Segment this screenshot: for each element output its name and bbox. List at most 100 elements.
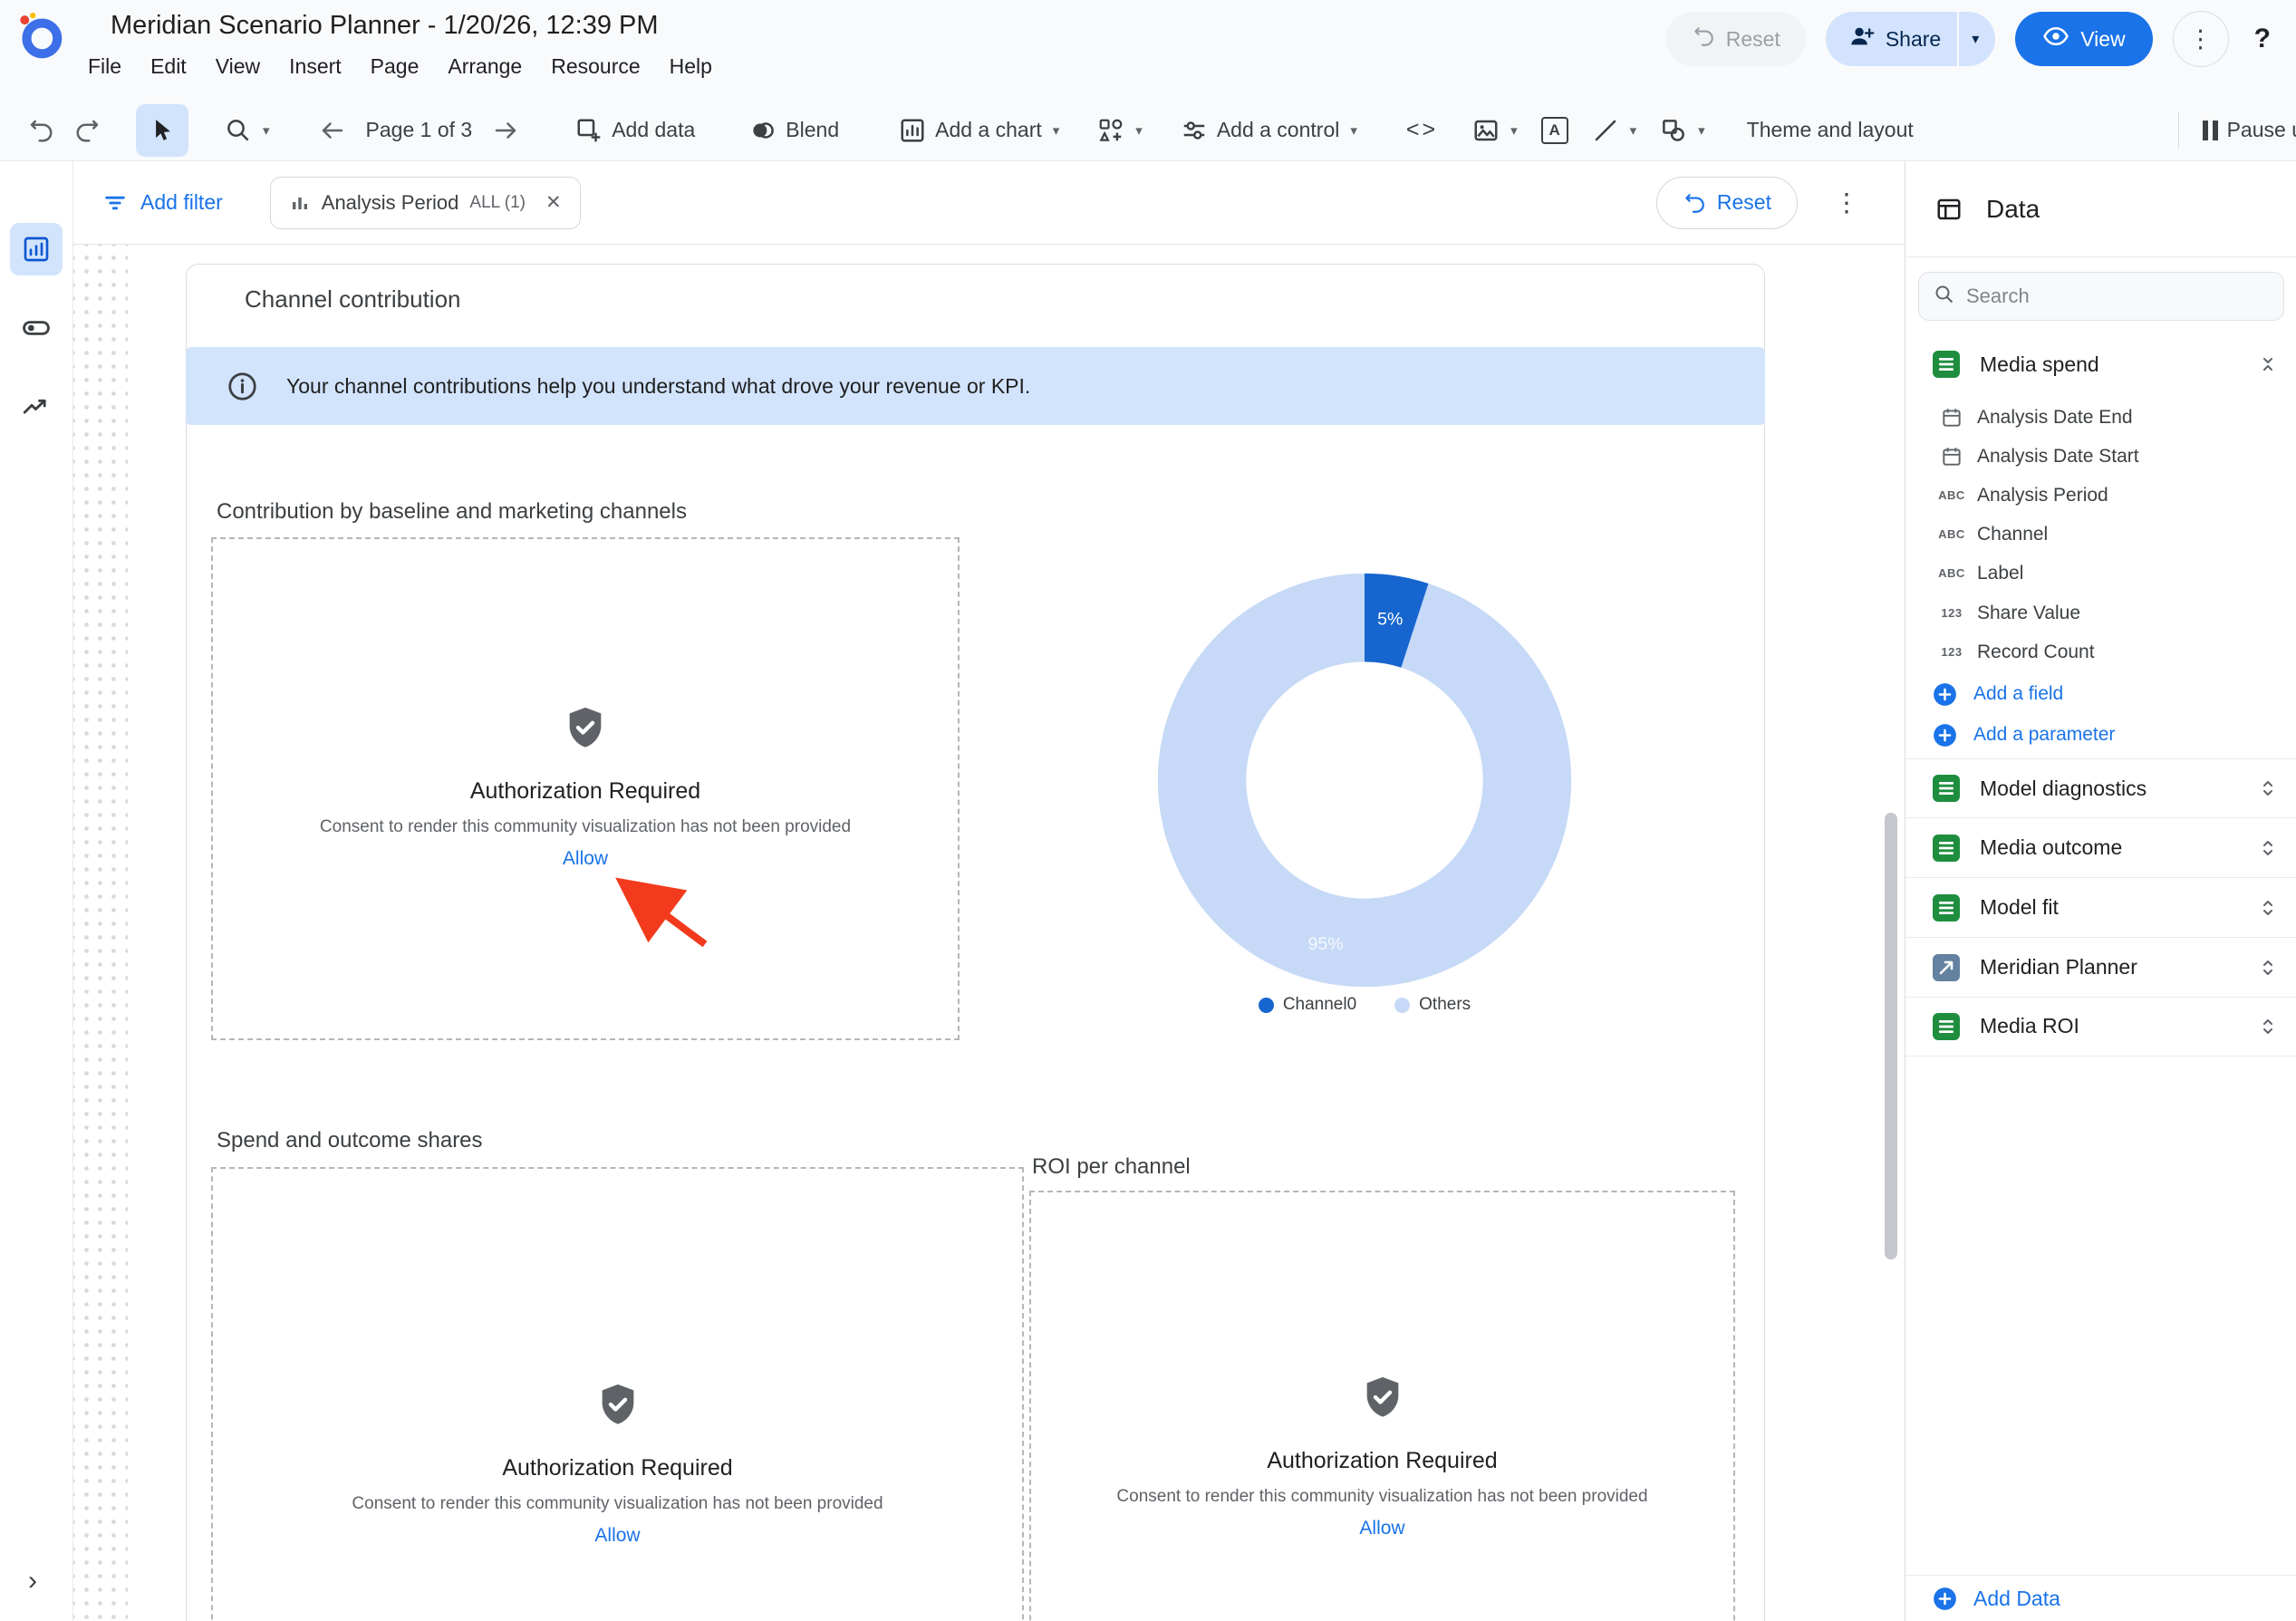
previous-page-button[interactable] (319, 117, 346, 144)
chevron-down-icon: ▾ (263, 122, 270, 139)
theme-layout-button[interactable]: Theme and layout (1747, 118, 1914, 142)
reset-button[interactable]: Reset (1666, 12, 1806, 66)
add-filter-button[interactable]: Add filter (102, 190, 223, 216)
page-indicator[interactable]: Page 1 of 3 (366, 118, 473, 142)
plus-circle-icon (1933, 723, 1957, 748)
blend-button[interactable]: Blend (749, 117, 839, 144)
menubar: File Edit View Insert Page Arrange Resou… (73, 49, 727, 84)
data-source-model-diagnostics[interactable]: Model diagnostics (1905, 758, 2296, 818)
unfold-more-icon[interactable] (2257, 897, 2279, 919)
community-visualizations-button[interactable]: ▾ (1097, 117, 1143, 144)
share-button[interactable]: Share (1826, 12, 1957, 66)
auth-title: Authorization Required (1267, 1448, 1497, 1474)
data-search-box[interactable] (1918, 272, 2284, 321)
field-label-field[interactable]: ABC Label (1905, 554, 2296, 593)
menu-arrange[interactable]: Arrange (433, 49, 536, 84)
field-analysis-period[interactable]: ABC Analysis Period (1905, 476, 2296, 515)
menu-view[interactable]: View (201, 49, 275, 84)
data-source-label: Meridian Planner (1980, 955, 2137, 979)
unfold-more-icon[interactable] (2257, 837, 2279, 859)
redo-button[interactable] (74, 117, 101, 144)
roi-chart-placeholder[interactable]: Authorization Required Consent to render… (1029, 1191, 1735, 1621)
donut-chart[interactable]: 5% 95% (1153, 568, 1577, 992)
data-source-icon (1933, 1013, 1960, 1040)
contribution-chart-placeholder[interactable]: Authorization Required Consent to render… (211, 537, 960, 1040)
field-analysis-date-end[interactable]: Analysis Date End (1905, 398, 2296, 437)
zoom-tool-button[interactable]: ▾ (225, 117, 270, 144)
report-canvas: Channel contribution Your channel contri… (73, 245, 1905, 1621)
chevron-down-icon: ▾ (1350, 122, 1357, 139)
data-source-model-fit[interactable]: Model fit (1905, 878, 2296, 938)
add-parameter-button[interactable]: Add a parameter (1905, 715, 2296, 755)
add-field-label: Add a field (1973, 683, 2063, 705)
filter-chip-badge: ALL (1) (469, 193, 526, 213)
filter-more-button[interactable]: ⋮ (1828, 188, 1865, 217)
text-type-icon: ABC (1935, 488, 1968, 502)
data-source-label: Media ROI (1980, 1014, 2079, 1038)
collapse-icon[interactable] (2257, 353, 2279, 375)
field-channel[interactable]: ABC Channel (1905, 515, 2296, 554)
data-source-media-outcome[interactable]: Media outcome (1905, 818, 2296, 878)
more-options-button[interactable]: ⋮ (2173, 11, 2229, 67)
unfold-more-icon[interactable] (2257, 777, 2279, 799)
shield-icon (594, 1381, 642, 1428)
menu-page[interactable]: Page (356, 49, 434, 84)
add-parameter-label: Add a parameter (1973, 724, 2115, 746)
line-icon (1592, 117, 1619, 144)
expand-rail-button[interactable]: › (13, 1561, 53, 1601)
rail-trends-tab[interactable] (10, 380, 63, 432)
undo-icon (27, 117, 54, 144)
undo-button[interactable] (27, 117, 54, 144)
looker-studio-logo-icon[interactable] (14, 11, 63, 60)
allow-link[interactable]: Allow (1359, 1518, 1404, 1539)
add-data-button[interactable]: Add data (575, 117, 695, 144)
next-page-button[interactable] (492, 117, 519, 144)
filter-reset-label: Reset (1717, 190, 1771, 215)
spend-chart-placeholder[interactable]: Authorization Required Consent to render… (211, 1167, 1024, 1621)
add-field-button[interactable]: Add a field (1905, 674, 2296, 714)
undo-icon (1683, 191, 1706, 215)
data-source-media-spend[interactable]: Media spend (1905, 335, 2296, 393)
donut-label-95: 95% (1308, 934, 1344, 954)
text-tool-button[interactable]: A (1541, 117, 1568, 144)
blend-icon (749, 117, 777, 144)
menu-help[interactable]: Help (655, 49, 727, 84)
field-record-count[interactable]: 123 Record Count (1905, 632, 2296, 671)
search-input[interactable] (1966, 285, 2269, 308)
menu-file[interactable]: File (73, 49, 136, 84)
share-dropdown-button[interactable]: ▾ (1957, 12, 1995, 66)
menu-resource[interactable]: Resource (536, 49, 654, 84)
add-data-bottom-button[interactable]: Add Data (1905, 1575, 2296, 1621)
insert-image-button[interactable]: ▾ (1472, 117, 1518, 144)
allow-link[interactable]: Allow (594, 1525, 640, 1547)
embed-code-button[interactable]: <> (1406, 117, 1438, 143)
rail-report-tab[interactable] (10, 223, 63, 275)
help-button[interactable]: ? (2249, 24, 2276, 54)
menu-edit[interactable]: Edit (136, 49, 201, 84)
legend-dot-channel0 (1259, 998, 1274, 1013)
pause-updates-button[interactable]: Pause u (2203, 118, 2296, 142)
menu-insert[interactable]: Insert (275, 49, 356, 84)
close-icon[interactable]: ✕ (545, 191, 562, 214)
data-source-media-roi[interactable]: Media ROI (1905, 997, 2296, 1057)
line-tool-button[interactable]: ▾ (1592, 117, 1637, 144)
field-share-value[interactable]: 123 Share Value (1905, 593, 2296, 632)
authorization-block: Authorization Required Consent to render… (213, 539, 958, 870)
info-banner-text: Your channel contributions help you unde… (286, 374, 1030, 399)
unfold-more-icon[interactable] (2257, 1016, 2279, 1037)
canvas-scrollbar-thumb[interactable] (1885, 813, 1897, 1259)
filter-reset-button[interactable]: Reset (1656, 177, 1798, 229)
select-tool-button[interactable] (136, 104, 188, 157)
field-analysis-date-start[interactable]: Analysis Date Start (1905, 437, 2296, 476)
view-button[interactable]: View (2015, 12, 2152, 66)
document-title[interactable]: Meridian Scenario Planner - 1/20/26, 12:… (111, 7, 659, 43)
add-control-button[interactable]: Add a control ▾ (1181, 117, 1357, 144)
shape-tool-button[interactable]: ▾ (1660, 117, 1705, 144)
chart-icon (899, 117, 926, 144)
data-source-meridian-planner[interactable]: Meridian Planner (1905, 938, 2296, 998)
add-chart-button[interactable]: Add a chart ▾ (899, 117, 1059, 144)
unfold-more-icon[interactable] (2257, 957, 2279, 979)
analysis-period-filter-chip[interactable]: Analysis Period ALL (1) ✕ (270, 177, 581, 229)
chevron-down-icon: ▾ (1053, 122, 1060, 139)
rail-controls-tab[interactable] (10, 302, 63, 354)
